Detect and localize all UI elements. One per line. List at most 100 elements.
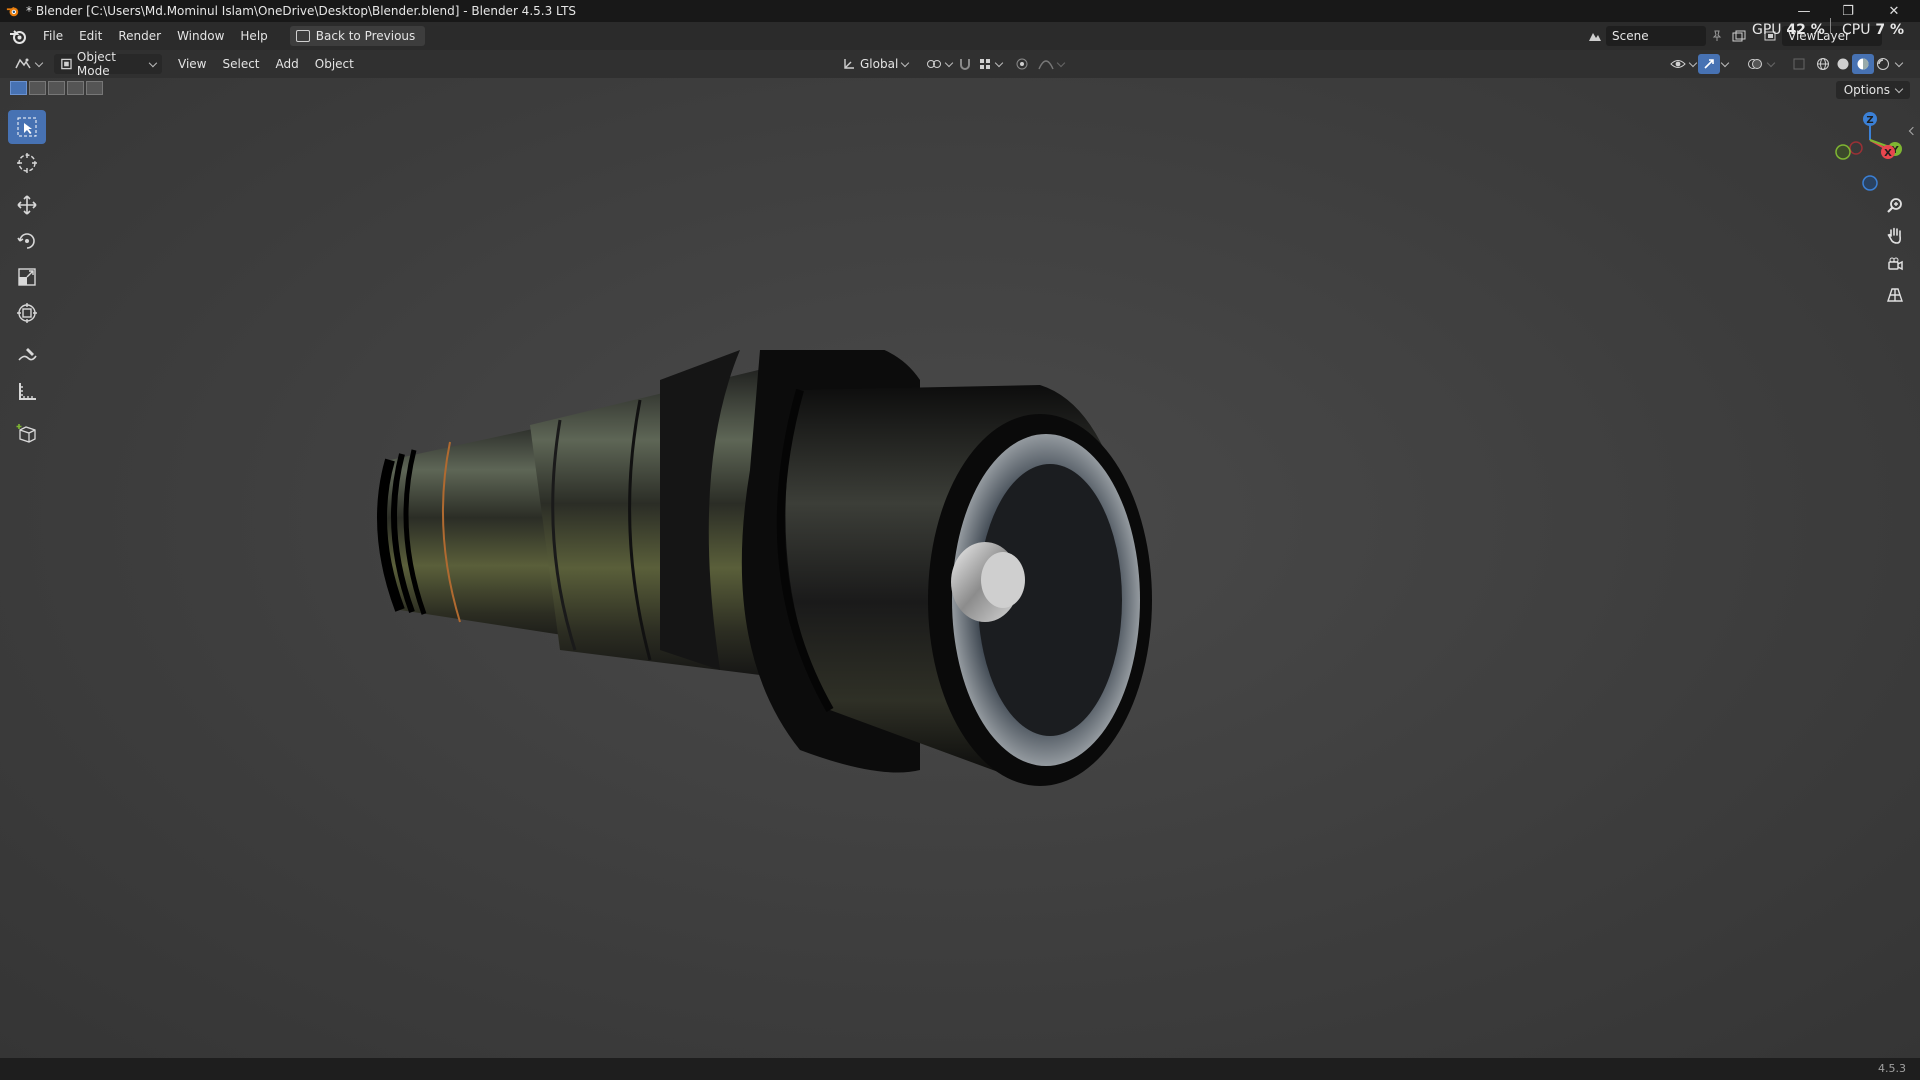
viewport-menu-add[interactable]: Add	[268, 57, 307, 71]
object-visibility-dropdown[interactable]	[1664, 54, 1702, 74]
hand-icon	[1887, 227, 1901, 244]
overlays-dropdown[interactable]	[1764, 54, 1778, 74]
screen-icon	[295, 30, 310, 42]
chevron-down-icon	[1894, 58, 1904, 67]
select-extend-mode-button[interactable]	[29, 81, 46, 95]
editor-type-dropdown[interactable]	[8, 54, 48, 74]
gizmo-neg-x-handle[interactable]	[1849, 141, 1863, 155]
scene-name-field[interactable]: Scene	[1606, 26, 1706, 46]
gizmo-z-label: Z	[1866, 115, 1873, 126]
gizmo-neg-z-handle[interactable]	[1862, 175, 1878, 191]
viewport-menu-select[interactable]: Select	[214, 57, 267, 71]
tool-shelf	[8, 110, 46, 452]
blender-logo-icon[interactable]	[9, 27, 27, 45]
tool-add-cube[interactable]	[8, 416, 46, 450]
menu-help[interactable]: Help	[232, 25, 275, 47]
gpu-value: 42 %	[1786, 22, 1825, 38]
chevron-down-icon	[1720, 58, 1730, 67]
stats-divider	[1830, 18, 1831, 34]
3d-viewport-icon	[15, 58, 31, 69]
xray-toggle[interactable]	[1788, 54, 1810, 74]
tool-move[interactable]	[8, 188, 46, 222]
proportional-edit-toggle[interactable]	[1011, 54, 1033, 74]
viewport-menu-object[interactable]: Object	[307, 57, 362, 71]
options-dropdown[interactable]: Options	[1835, 81, 1910, 99]
selection-mode-buttons	[10, 81, 103, 95]
tool-select-box[interactable]	[8, 110, 46, 144]
chevron-down-icon	[34, 58, 44, 67]
proportional-falloff-dropdown[interactable]	[1032, 54, 1070, 74]
window-title: * Blender [C:\Users\Md.Mominul Islam\One…	[26, 4, 577, 18]
falloff-curve-icon	[1038, 60, 1054, 70]
object-mode-dropdown[interactable]: Object Mode	[54, 50, 162, 78]
overlays-icon	[1748, 59, 1762, 69]
tool-annotate[interactable]	[8, 338, 46, 372]
gizmo-icon	[1704, 59, 1714, 69]
chevron-down-icon	[1056, 58, 1066, 67]
chevron-down-icon	[994, 58, 1004, 67]
overlays-toggle[interactable]	[1744, 54, 1766, 74]
chevron-down-icon	[1766, 58, 1776, 67]
scene-selector: Scene	[1584, 22, 1750, 50]
pan-view-button[interactable]	[1882, 222, 1908, 248]
title-bar: * Blender [C:\Users\Md.Mominul Islam\One…	[0, 0, 1920, 22]
tool-measure[interactable]	[8, 374, 46, 408]
shading-dropdown[interactable]	[1892, 54, 1906, 74]
pivot-point-dropdown[interactable]	[920, 54, 958, 74]
tool-cursor[interactable]	[8, 146, 46, 180]
measure-ruler-icon	[19, 383, 36, 400]
shading-rendered-button[interactable]	[1872, 54, 1894, 74]
magnet-icon	[960, 59, 970, 70]
version-label: 4.5.3	[1878, 1062, 1906, 1075]
select-invert-mode-button[interactable]	[67, 81, 84, 95]
cursor-icon	[17, 153, 37, 173]
perspective-toggle-button[interactable]	[1882, 282, 1908, 308]
transform-orientation-label: Global	[860, 57, 899, 71]
menu-window[interactable]: Window	[169, 25, 232, 47]
transform-icon	[17, 303, 37, 323]
new-scene-icon[interactable]	[1728, 26, 1750, 46]
shading-solid-button[interactable]	[1832, 54, 1854, 74]
select-subtract-mode-button[interactable]	[48, 81, 65, 95]
pin-icon[interactable]	[1706, 26, 1728, 46]
select-intersect-mode-button[interactable]	[86, 81, 103, 95]
chevron-down-icon	[1894, 84, 1904, 93]
add-cube-icon	[16, 424, 36, 443]
gizmo-toggle[interactable]	[1698, 54, 1720, 74]
3d-model-nozzle[interactable]	[360, 350, 1420, 910]
menu-edit[interactable]: Edit	[71, 25, 110, 47]
select-new-mode-button[interactable]	[10, 81, 27, 95]
pivot-icon	[927, 60, 941, 68]
viewport-header: Object Mode View Select Add Object Globa…	[0, 50, 1920, 78]
chevron-down-icon	[944, 58, 954, 67]
back-to-previous-button[interactable]: Back to Previous	[289, 26, 426, 46]
object-mode-label: Object Mode	[76, 50, 116, 78]
viewport-menu-view[interactable]: View	[170, 57, 214, 71]
grid-perspective-icon	[1887, 288, 1903, 302]
object-mode-icon	[61, 58, 72, 70]
cpu-value: 7 %	[1875, 22, 1904, 38]
camera-icon	[1888, 257, 1903, 271]
scale-icon	[18, 268, 36, 286]
gizmo-neg-y-handle[interactable]	[1835, 144, 1851, 160]
menu-file[interactable]: File	[35, 25, 71, 47]
select-box-icon	[17, 117, 37, 137]
tool-transform[interactable]	[8, 296, 46, 330]
camera-view-button[interactable]	[1882, 252, 1908, 278]
proportional-edit-icon	[1016, 58, 1028, 70]
gizmo-dropdown[interactable]	[1718, 54, 1732, 74]
shading-material-button[interactable]	[1852, 54, 1874, 74]
zoom-view-button[interactable]	[1882, 192, 1908, 218]
chevron-down-icon	[149, 58, 158, 67]
tool-rotate[interactable]	[8, 224, 46, 258]
transform-orientation-dropdown[interactable]: Global	[836, 54, 914, 74]
scene-type-icon[interactable]	[1584, 26, 1606, 46]
shading-wireframe-button[interactable]	[1812, 54, 1834, 74]
rendered-sphere-icon	[1877, 58, 1889, 70]
tool-scale[interactable]	[8, 260, 46, 294]
wireframe-sphere-icon	[1817, 58, 1829, 70]
navigation-gizmo[interactable]: Y X Z	[1830, 108, 1910, 198]
gizmo-x-label: X	[1884, 148, 1892, 159]
snap-target-dropdown[interactable]	[972, 54, 1008, 74]
menu-render[interactable]: Render	[110, 25, 169, 47]
